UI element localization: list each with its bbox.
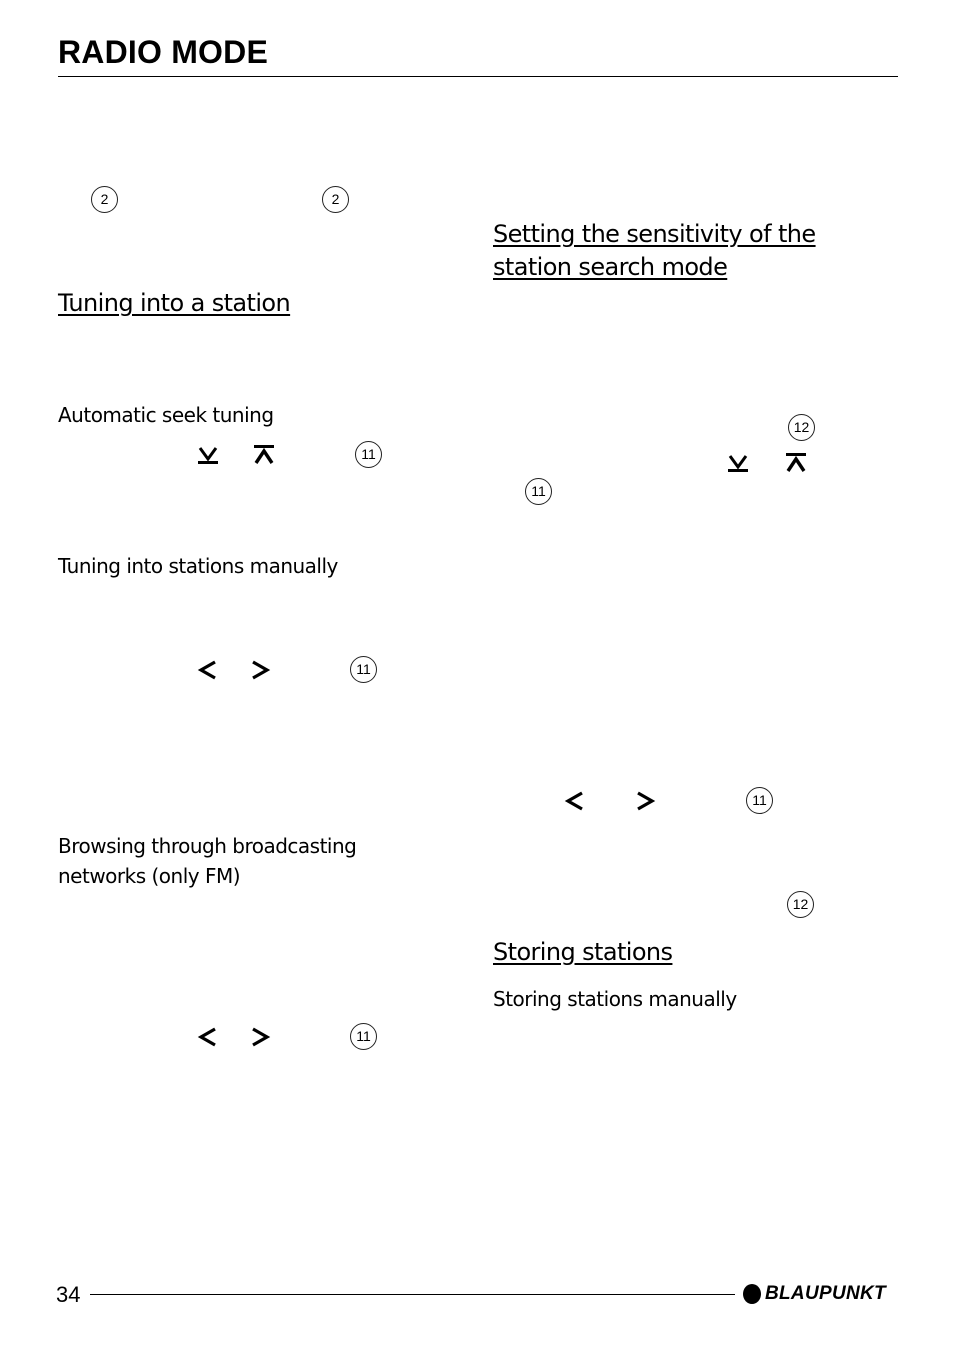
callout-12: 12 — [787, 891, 814, 918]
arrow-right-icon — [247, 657, 273, 683]
callout-11: 11 — [525, 478, 552, 505]
brand-name: BLAUPUNKT — [765, 1283, 886, 1304]
arrow-left-icon — [195, 657, 221, 683]
callout-2: 2 — [322, 186, 349, 213]
logo-dot-icon — [743, 1284, 761, 1304]
arrow-left-icon — [195, 1024, 221, 1050]
callout-11: 11 — [350, 656, 377, 683]
heading-browsing-line1: Browsing through broadcasting — [58, 834, 357, 858]
page-number: 34 — [56, 1282, 81, 1307]
callout-11: 11 — [746, 787, 773, 814]
callout-12: 12 — [788, 414, 815, 441]
seek-up-icon — [783, 450, 809, 476]
callout-11: 11 — [355, 441, 382, 468]
heading-automatic-seek-tuning: Automatic seek tuning — [58, 403, 274, 427]
callout-11: 11 — [350, 1023, 377, 1050]
arrow-right-icon — [247, 1024, 273, 1050]
arrow-left-icon — [562, 788, 588, 814]
seek-up-icon — [251, 442, 277, 468]
heading-sensitivity-line2: station search mode — [493, 253, 728, 281]
heading-storing-stations: Storing stations — [493, 938, 673, 966]
callout-2: 2 — [91, 186, 118, 213]
heading-tuning-manually: Tuning into stations manually — [58, 554, 338, 578]
brand-logo: BLAUPUNKT — [743, 1283, 886, 1305]
seek-down-icon — [725, 450, 751, 476]
heading-tuning-into-station: Tuning into a station — [58, 289, 291, 317]
heading-sensitivity-line1: Setting the sensitivity of the — [493, 220, 816, 248]
heading-storing-manually: Storing stations manually — [493, 987, 737, 1011]
arrow-right-icon — [632, 788, 658, 814]
seek-down-icon — [195, 442, 221, 468]
title-divider — [58, 76, 898, 77]
page-title: RADIO MODE — [58, 34, 268, 70]
footer-divider — [90, 1294, 735, 1295]
heading-browsing-line2: networks (only FM) — [58, 864, 241, 888]
